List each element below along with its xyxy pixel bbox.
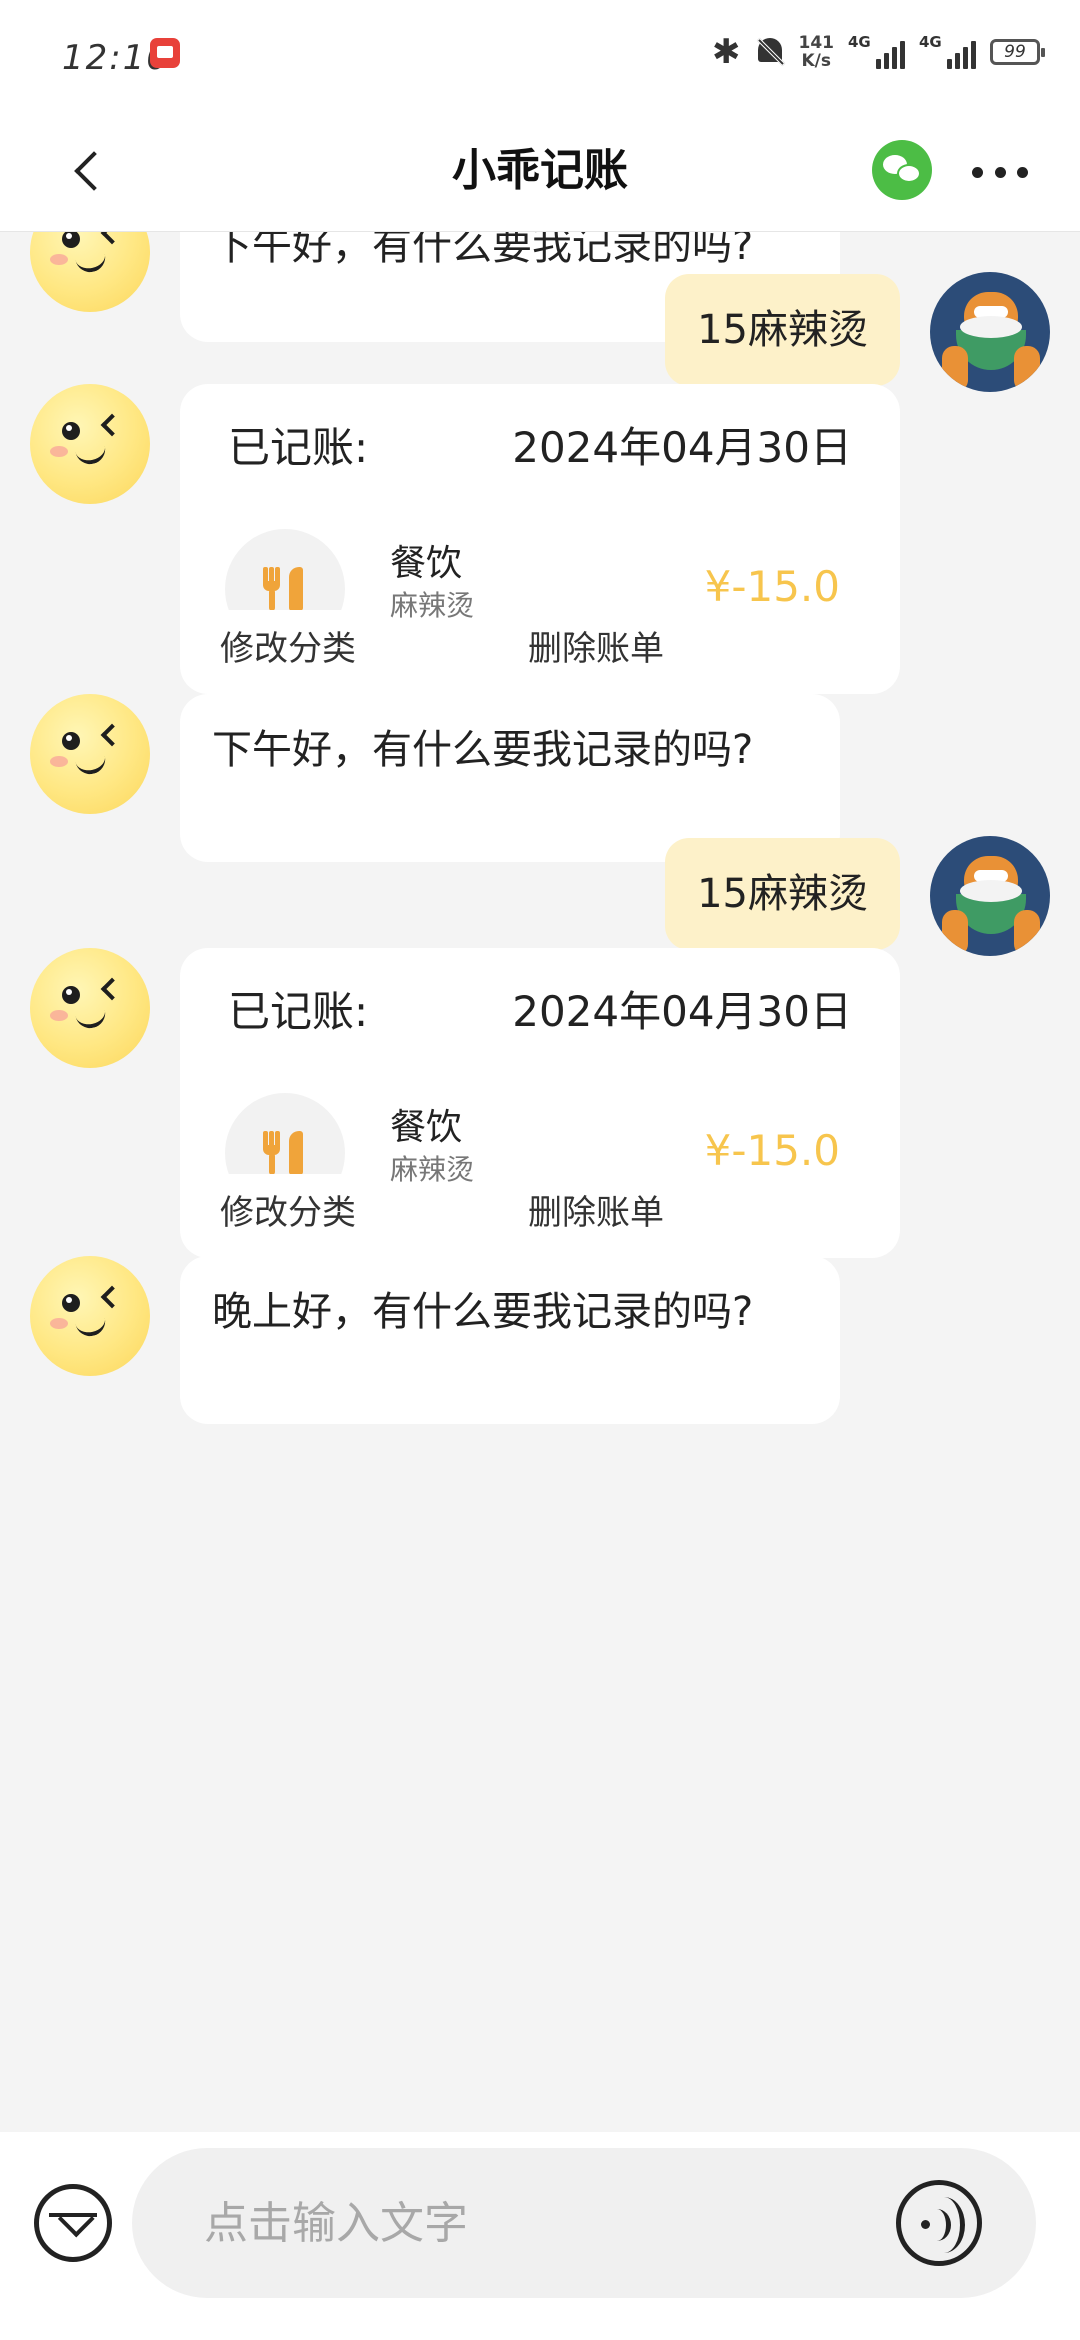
input-bar bbox=[0, 2132, 1080, 2340]
network-speed-value: 141 bbox=[798, 33, 835, 53]
bluetooth-icon: ✱ bbox=[712, 32, 741, 72]
nav-bar: 小乖记账 bbox=[0, 110, 1080, 232]
user-message: 15麻辣烫 bbox=[665, 838, 900, 950]
user-avatar[interactable] bbox=[930, 272, 1050, 392]
record-label: 已记账: bbox=[228, 987, 369, 1036]
bot-message: 晚上好，有什么要我记录的吗? bbox=[180, 1256, 840, 1424]
record-note: 麻辣烫 bbox=[390, 1153, 475, 1186]
signal-2-label: 4G bbox=[919, 33, 942, 51]
fork-knife-icon bbox=[263, 1131, 307, 1175]
record-amount: ¥-15.0 bbox=[704, 562, 840, 611]
status-bar: 12:10 ✱ 141 K/s 4G 4G 99 bbox=[0, 0, 1080, 110]
battery-icon: 99 bbox=[990, 39, 1045, 65]
signal-icon-2: 4G bbox=[919, 35, 976, 69]
bot-avatar bbox=[30, 948, 150, 1068]
bill-icon[interactable] bbox=[34, 2184, 112, 2262]
chat-list[interactable]: 下午好，有什么要我记录的吗? 15麻辣烫 已记账: 2024年04月30日 餐饮… bbox=[0, 232, 1080, 2132]
record-date: 2024年04月30日 bbox=[512, 987, 852, 1036]
voice-icon[interactable] bbox=[896, 2180, 982, 2266]
mute-bell-icon bbox=[755, 36, 785, 68]
delete-bill-button[interactable]: 删除账单 bbox=[488, 1174, 704, 1252]
status-indicators: ✱ 141 K/s 4G 4G 99 bbox=[712, 30, 1045, 74]
record-amount: ¥-15.0 bbox=[704, 1126, 840, 1175]
user-message: 15麻辣烫 bbox=[665, 274, 900, 386]
signal-1-label: 4G bbox=[848, 33, 871, 51]
network-speed: 141 K/s bbox=[799, 34, 835, 70]
wechat-icon[interactable] bbox=[872, 140, 932, 200]
back-icon[interactable] bbox=[70, 148, 104, 194]
fork-knife-icon bbox=[263, 567, 307, 611]
record-label: 已记账: bbox=[228, 423, 369, 472]
bot-message: 下午好，有什么要我记录的吗? bbox=[180, 694, 840, 862]
network-speed-unit: K/s bbox=[801, 51, 831, 71]
bot-avatar bbox=[30, 1256, 150, 1376]
bot-avatar bbox=[30, 384, 150, 504]
bot-avatar bbox=[30, 232, 150, 312]
signal-icon-1: 4G bbox=[848, 35, 905, 69]
modify-category-button[interactable]: 修改分类 bbox=[180, 610, 396, 688]
record-note: 麻辣烫 bbox=[390, 589, 475, 622]
delete-bill-button[interactable]: 删除账单 bbox=[488, 610, 704, 688]
modify-category-button[interactable]: 修改分类 bbox=[180, 1174, 396, 1252]
bot-avatar bbox=[30, 694, 150, 814]
record-category: 餐饮 bbox=[390, 543, 463, 584]
record-date: 2024年04月30日 bbox=[512, 423, 852, 472]
record-category: 餐饮 bbox=[390, 1107, 463, 1148]
more-dots-icon[interactable] bbox=[972, 160, 1028, 184]
user-avatar[interactable] bbox=[930, 836, 1050, 956]
notification-app-icon bbox=[150, 38, 180, 68]
